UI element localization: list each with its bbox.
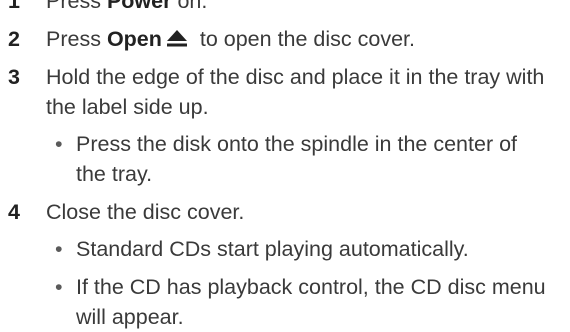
step-number: 2	[8, 27, 20, 51]
step-text: Press Power on.	[46, 0, 556, 16]
bullet-text: If the CD has playback control, the CD d…	[76, 275, 546, 329]
step-number: 3	[8, 65, 20, 89]
open-keyword: Open	[106, 27, 162, 51]
step-text: Hold the edge of the disc and place it i…	[46, 65, 545, 119]
list-item: • Press the disk onto the spindle in the…	[55, 129, 546, 189]
step-4: 4 Close the disc cover.	[0, 197, 570, 227]
step-3: 3 Hold the edge of the disc and place it…	[0, 62, 570, 122]
list-item: • Standard CDs start playing automatical…	[55, 234, 546, 264]
list-item: • If the CD has playback control, the CD…	[55, 272, 546, 332]
step-text: Close the disc cover.	[46, 200, 245, 224]
step-2: 2 Press Open to open the disc cover.	[0, 24, 570, 54]
step-number: 1	[8, 0, 20, 13]
bullet-icon: •	[55, 237, 63, 261]
bullet-text: Standard CDs start playing automatically…	[76, 237, 469, 261]
step-text: Press Open to open the disc cover.	[46, 24, 556, 54]
bullet-text: Press the disk onto the spindle in the c…	[76, 132, 518, 186]
power-keyword: Power	[106, 0, 172, 13]
step-text-after: to open the disc cover.	[193, 27, 416, 51]
bullet-icon: •	[55, 132, 63, 156]
step-number: 4	[8, 200, 20, 224]
step-text-before: Press	[46, 0, 107, 13]
bullet-icon: •	[55, 275, 63, 299]
step-1: 1 Press Power on.	[0, 0, 570, 16]
step-text-before: Press	[46, 27, 107, 51]
eject-icon	[166, 29, 188, 47]
step-text-after: on.	[171, 0, 208, 13]
instruction-list: 1 Press Power on. 2 Press Open to open t…	[0, 0, 570, 332]
